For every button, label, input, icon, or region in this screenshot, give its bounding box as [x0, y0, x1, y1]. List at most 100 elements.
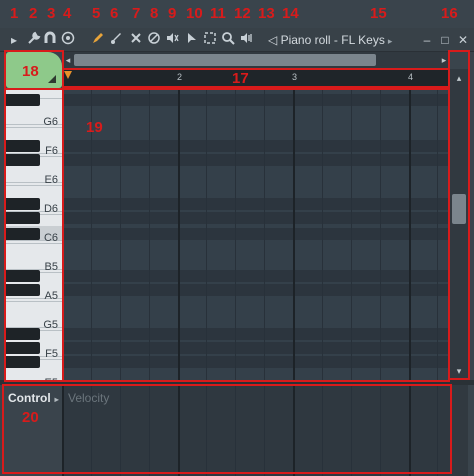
annotation-number: 20	[22, 409, 39, 426]
channel-triangle-icon	[48, 75, 56, 83]
annotation-number: 7	[132, 5, 141, 22]
event-grid[interactable]	[62, 385, 450, 476]
annotation-number: 15	[370, 5, 387, 22]
grid-line	[206, 88, 207, 380]
annotation-number: 11	[210, 5, 226, 22]
bar-number: 4	[408, 72, 414, 82]
piano-keyboard[interactable]: G6 F6 E6 D6 C6 B5 A5 G5 F5 E5	[6, 88, 62, 380]
event-grid-line	[322, 385, 323, 476]
select-icon[interactable]	[184, 31, 200, 49]
timeline[interactable]: 2 3 4	[62, 69, 450, 87]
grid-line	[264, 88, 265, 380]
annotation-number: 2	[29, 5, 38, 22]
black-key[interactable]	[6, 140, 40, 152]
black-key[interactable]	[6, 328, 40, 340]
grid-line	[293, 88, 295, 380]
annotation-number: 16	[441, 5, 458, 22]
grid-line	[120, 88, 121, 380]
control-label: Control	[8, 391, 51, 405]
black-key[interactable]	[6, 198, 40, 210]
window-title[interactable]: ◁ Piano roll - FL Keys ▸	[268, 33, 392, 47]
key-label: G5	[43, 319, 58, 331]
annotation-number: 13	[258, 5, 275, 22]
delete-brush-icon[interactable]	[128, 31, 144, 49]
key-label: A5	[44, 290, 58, 302]
annotation-number: 8	[150, 5, 159, 22]
title-speaker-icon: ◁	[268, 33, 281, 47]
black-key[interactable]	[6, 356, 40, 368]
control-arrow-icon: ▸	[54, 395, 59, 404]
key-label: G6	[43, 116, 58, 128]
annotation-number: 18	[22, 63, 39, 80]
black-key[interactable]	[6, 270, 40, 282]
grid-line	[437, 88, 438, 380]
event-grid-line	[437, 385, 438, 476]
key-label: D6	[43, 203, 58, 215]
event-grid-line	[178, 385, 180, 476]
black-key[interactable]	[6, 228, 40, 240]
event-grid-line	[264, 385, 265, 476]
horizontal-scrollbar[interactable]: ◂ ▸	[62, 52, 450, 68]
control-target[interactable]: Control ▸	[8, 391, 59, 405]
zoom-icon[interactable]	[202, 31, 218, 49]
mute-icon[interactable]	[146, 31, 162, 49]
white-key-g6[interactable]: G6	[6, 110, 62, 128]
event-grid-line	[206, 385, 207, 476]
slice-icon[interactable]	[164, 31, 180, 49]
playback-speaker-icon[interactable]	[238, 31, 254, 49]
control-value: Velocity	[68, 391, 110, 405]
event-scrollbar[interactable]	[450, 385, 468, 476]
note-grid[interactable]	[62, 88, 450, 380]
grid-line	[322, 88, 323, 380]
black-key[interactable]	[6, 284, 40, 296]
black-key[interactable]	[6, 154, 40, 166]
play-arrow-icon[interactable]: ▸	[6, 31, 22, 49]
annotation-number: 10	[186, 5, 203, 22]
grid-line	[235, 88, 236, 380]
window-title-text: Piano roll - FL Keys	[280, 33, 385, 47]
black-key[interactable]	[6, 342, 40, 354]
white-key-e5[interactable]: E5	[6, 371, 62, 380]
bar-number: 2	[177, 72, 183, 82]
playhead-marker-icon[interactable]	[64, 71, 72, 79]
grid-line	[62, 88, 64, 380]
scroll-right-icon[interactable]: ▸	[438, 52, 450, 68]
event-grid-line	[149, 385, 150, 476]
scroll-left-icon[interactable]: ◂	[62, 52, 74, 68]
wrench-icon[interactable]	[26, 31, 42, 49]
scroll-down-icon[interactable]: ▾	[450, 364, 468, 378]
event-grid-line	[351, 385, 352, 476]
black-key[interactable]	[6, 94, 40, 106]
maximize-button[interactable]: □	[438, 32, 452, 48]
annotation-number: 1	[10, 5, 19, 22]
white-key-b5[interactable]: B5	[6, 255, 62, 273]
annotation-number: 14	[282, 5, 299, 22]
black-key[interactable]	[6, 212, 40, 224]
annotation-number: 3	[47, 5, 56, 22]
title-arrow-icon: ▸	[387, 36, 393, 46]
scroll-up-icon[interactable]: ▴	[450, 71, 468, 85]
minimize-button[interactable]: –	[420, 32, 434, 48]
magnify-icon[interactable]	[220, 31, 236, 49]
event-grid-line	[120, 385, 121, 476]
pencil-icon[interactable]	[90, 31, 106, 49]
vertical-scroll-thumb[interactable]	[452, 194, 466, 224]
key-label: F5	[45, 348, 58, 360]
annotation-number: 4	[63, 5, 72, 22]
horizontal-scroll-thumb[interactable]	[74, 54, 376, 66]
annotation-number: 9	[168, 5, 177, 22]
vertical-scrollbar[interactable]: ▴ ▾	[450, 69, 468, 380]
event-grid-line	[380, 385, 381, 476]
white-key-g5[interactable]: G5	[6, 313, 62, 331]
key-label: C6	[43, 232, 58, 244]
stamp-icon[interactable]	[60, 31, 76, 49]
paint-brush-icon[interactable]	[108, 31, 124, 49]
event-grid-line	[409, 385, 411, 476]
white-key-e6[interactable]: E6	[6, 168, 62, 186]
close-button[interactable]: ✕	[456, 32, 470, 48]
grid-line	[380, 88, 381, 380]
annotation-number: 17	[232, 70, 249, 87]
magnet-icon[interactable]	[42, 31, 58, 49]
annotation-number: 5	[92, 5, 101, 22]
annotation-number: 19	[86, 119, 103, 136]
